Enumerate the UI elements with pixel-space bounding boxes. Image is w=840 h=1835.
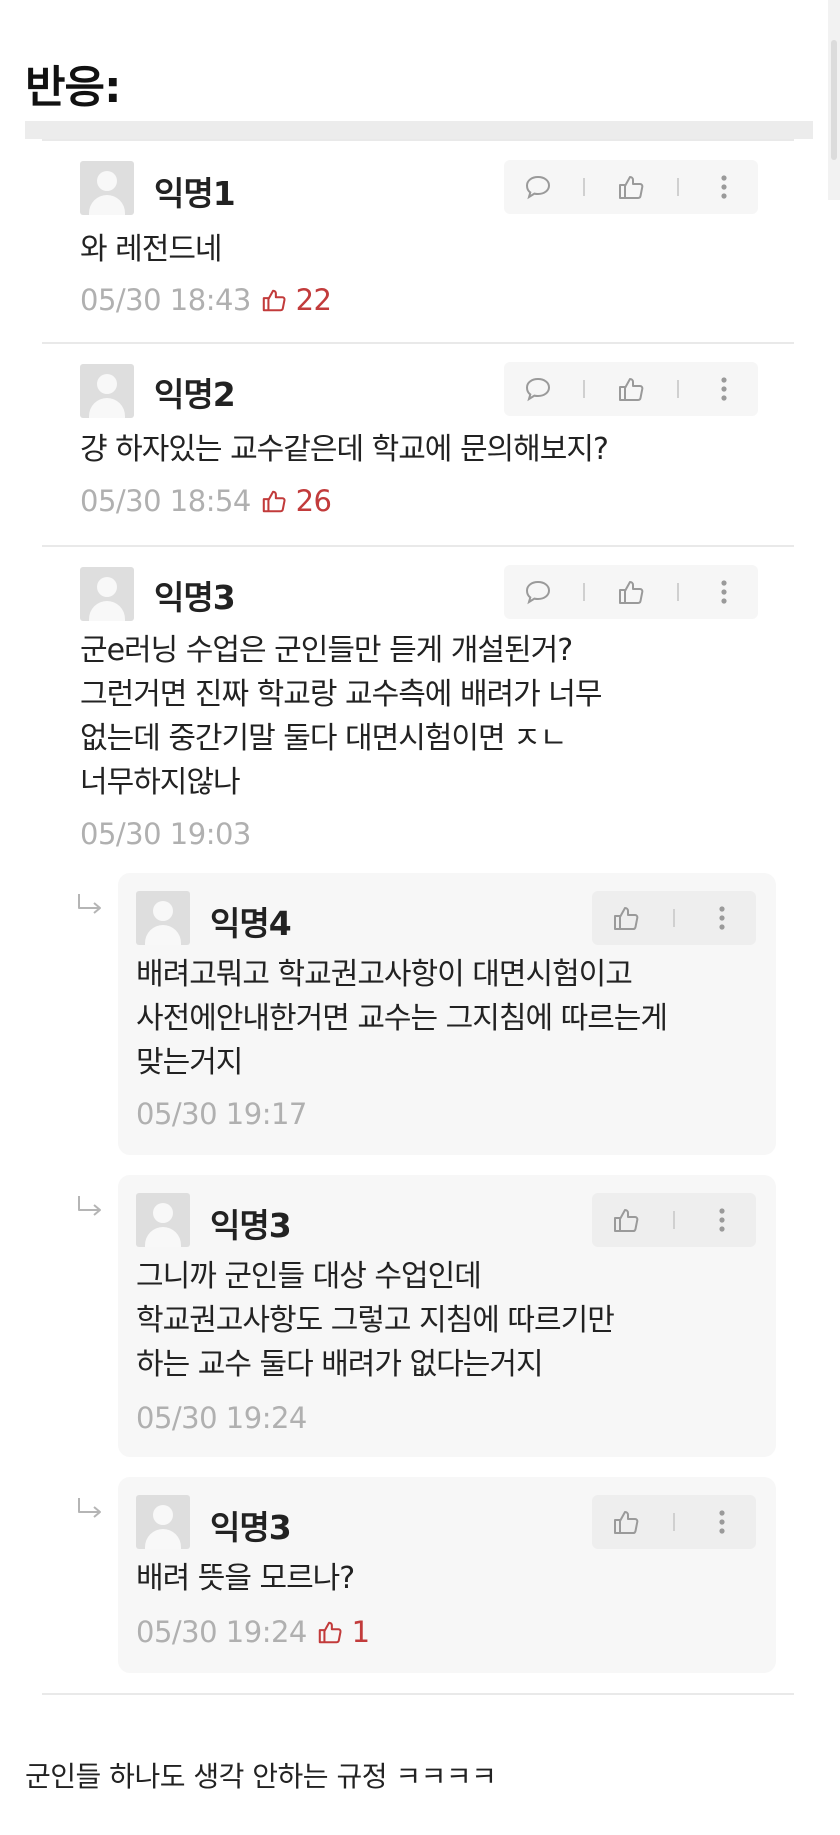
timestamp: 05/30 18:43 — [80, 283, 251, 317]
avatar — [136, 1193, 190, 1247]
comment-text: 배려 뜻을 모르나? — [136, 1561, 355, 1596]
page-title: 반응: — [25, 62, 122, 113]
like-icon — [317, 1618, 343, 1652]
like-icon[interactable] — [609, 367, 653, 411]
comment-author: 익명3 — [154, 578, 236, 617]
timestamp: 05/30 19:17 — [136, 1097, 307, 1131]
comment-actions — [504, 362, 758, 416]
like-icon[interactable] — [604, 1198, 648, 1242]
comment-meta: 05/30 19:24 — [136, 1401, 307, 1435]
divider — [42, 1693, 794, 1695]
comment-meta: 05/30 19:03 — [80, 817, 251, 851]
caption-text: 군인들 하나도 생각 안하는 규정 ㅋㅋㅋㅋ — [25, 1760, 497, 1793]
comment-3: 익명3 군e러닝 수업은 군인들만 듣게 개설된거? 그런거면 진짜 학교랑 교… — [0, 547, 840, 867]
reply-arrow-icon — [76, 1194, 106, 1224]
comment-meta: 05/30 19:24 1 — [136, 1615, 370, 1652]
reply-arrow-icon — [76, 1496, 106, 1526]
avatar — [80, 161, 134, 215]
like-icon[interactable] — [609, 165, 653, 209]
timestamp: 05/30 19:24 — [136, 1401, 307, 1435]
separator — [583, 380, 586, 398]
reply-2: 익명3 그니까 군인들 대상 수업인데 학교권고사항도 그렇고 지침에 따르기만… — [118, 1175, 776, 1457]
more-icon[interactable] — [700, 1500, 744, 1544]
comment-text: 그니까 군인들 대상 수업인데 학교권고사항도 그렇고 지침에 따르기만 하는 … — [136, 1259, 615, 1382]
timestamp: 05/30 19:24 — [136, 1615, 307, 1649]
comment-2: 익명2 걍 하자있는 교수같은데 학교에 문의해보지? 05/30 18:54 … — [0, 344, 840, 546]
comment-meta: 05/30 19:17 — [136, 1097, 307, 1131]
comment-actions — [592, 1495, 756, 1549]
header-band — [25, 121, 813, 139]
reply-icon[interactable] — [516, 367, 560, 411]
comment-author: 익명3 — [210, 1206, 292, 1245]
timestamp: 05/30 19:03 — [80, 817, 251, 851]
like-icon[interactable] — [604, 896, 648, 940]
separator — [676, 380, 679, 398]
avatar — [136, 891, 190, 945]
like-count: 1 — [317, 1615, 370, 1649]
comment-author: 익명4 — [210, 904, 292, 943]
like-icon[interactable] — [604, 1500, 648, 1544]
comment-1: 익명1 와 레전드네 05/30 18:43 22 — [0, 141, 840, 343]
comment-actions — [592, 1193, 756, 1247]
avatar — [80, 364, 134, 418]
comment-author: 익명3 — [210, 1508, 292, 1547]
more-icon[interactable] — [702, 570, 746, 614]
comment-meta: 05/30 18:43 22 — [80, 283, 332, 320]
comment-meta: 05/30 18:54 26 — [80, 484, 332, 521]
comment-actions — [504, 160, 758, 214]
reply-icon[interactable] — [516, 165, 560, 209]
separator — [672, 1211, 675, 1229]
reply-icon[interactable] — [516, 570, 560, 614]
separator — [672, 909, 675, 927]
separator — [672, 1513, 675, 1531]
like-icon[interactable] — [609, 570, 653, 614]
like-icon — [261, 286, 287, 320]
reply-arrow-icon — [76, 892, 106, 922]
like-count: 22 — [261, 283, 332, 317]
separator — [676, 178, 679, 196]
avatar — [136, 1495, 190, 1549]
more-icon[interactable] — [700, 896, 744, 940]
more-icon[interactable] — [702, 367, 746, 411]
comment-text: 배려고뭐고 학교권고사항이 대면시험이고 사전에안내한거면 교수는 그지침에 따… — [136, 957, 668, 1080]
reply-3: 익명3 배려 뜻을 모르나? 05/30 19:24 1 — [118, 1477, 776, 1673]
separator — [676, 583, 679, 601]
more-icon[interactable] — [702, 165, 746, 209]
separator — [583, 583, 586, 601]
like-count: 26 — [261, 484, 332, 518]
separator — [583, 178, 586, 196]
avatar — [80, 567, 134, 621]
timestamp: 05/30 18:54 — [80, 484, 251, 518]
comment-author: 익명2 — [154, 375, 236, 414]
comment-text: 군e러닝 수업은 군인들만 듣게 개설된거? 그런거면 진짜 학교랑 교수측에 … — [80, 633, 602, 800]
reply-1: 익명4 배려고뭐고 학교권고사항이 대면시험이고 사전에안내한거면 교수는 그지… — [118, 873, 776, 1155]
comment-actions — [592, 891, 756, 945]
comment-text: 걍 하자있는 교수같은데 학교에 문의해보지? — [80, 432, 609, 467]
comment-actions — [504, 565, 758, 619]
more-icon[interactable] — [700, 1198, 744, 1242]
comment-author: 익명1 — [154, 174, 236, 213]
comment-text: 와 레전드네 — [80, 232, 223, 267]
like-icon — [261, 487, 287, 521]
